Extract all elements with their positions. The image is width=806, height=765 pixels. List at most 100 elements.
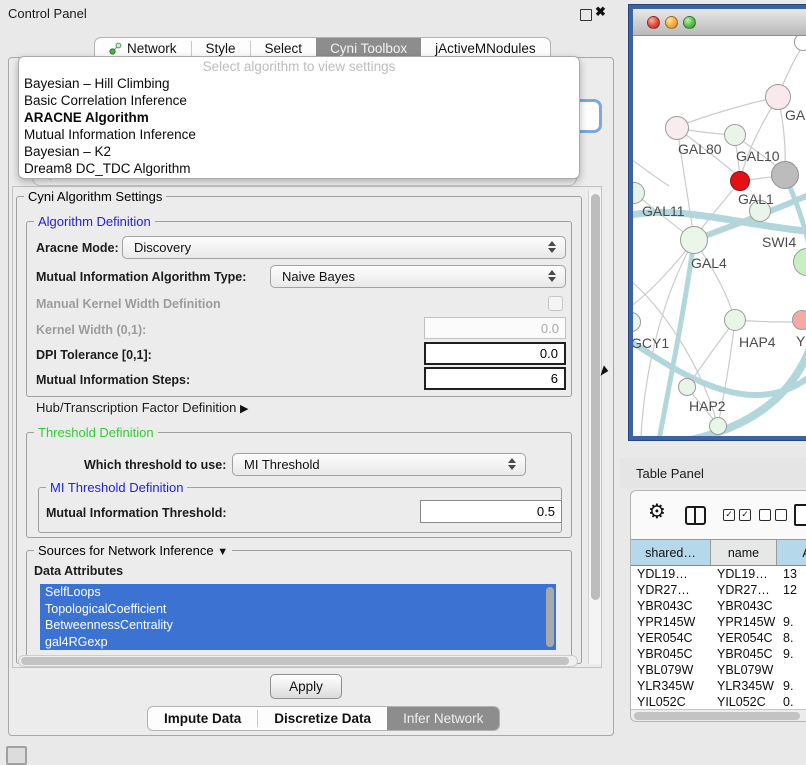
close-panel-icon[interactable]: ✖ bbox=[595, 4, 606, 20]
aracne-mode-select[interactable]: Discovery bbox=[122, 236, 566, 259]
network-node[interactable] bbox=[678, 378, 696, 396]
network-canvas[interactable]: GALGAL80GAL10GAL1GAL11SWI4GAL4GCY1HAP4YH… bbox=[633, 36, 806, 436]
cell-value bbox=[777, 662, 806, 678]
column-header-name[interactable]: name bbox=[711, 540, 777, 565]
columns-icon[interactable] bbox=[685, 506, 706, 525]
table-row[interactable]: YBR045C YBR045C 9. bbox=[631, 646, 806, 662]
cell-shared-name: YIL052C bbox=[631, 694, 711, 710]
float-window-icon[interactable] bbox=[580, 9, 592, 21]
table-row[interactable]: YIL052C YIL052C 0. bbox=[631, 694, 806, 710]
network-node[interactable] bbox=[724, 309, 746, 331]
network-node[interactable] bbox=[792, 310, 806, 330]
table-row[interactable]: YBR043C YBR043C bbox=[631, 598, 806, 614]
deselect-all-columns-icon[interactable] bbox=[759, 509, 787, 521]
cell-shared-name: YBR045C bbox=[631, 646, 711, 662]
cell-value: 9. bbox=[777, 614, 806, 630]
which-threshold-select[interactable]: MI Threshold bbox=[232, 453, 526, 476]
expand-right-arrow-icon[interactable]: ▶ bbox=[240, 403, 248, 415]
node-label: GAL80 bbox=[678, 141, 722, 157]
table-toolbar: ⚙ ✓ ✓ bbox=[631, 491, 806, 539]
settings-vertical-scrollbar[interactable] bbox=[588, 190, 601, 664]
settings-horizontal-scrollbar[interactable] bbox=[18, 655, 578, 667]
mi-steps-field[interactable]: 6 bbox=[424, 367, 566, 390]
column-header-shared-name[interactable]: shared… bbox=[631, 540, 711, 565]
table-row[interactable]: YER054C YER054C 8. bbox=[631, 630, 806, 646]
kernel-width-field[interactable]: 0.0 bbox=[424, 317, 566, 339]
table-row[interactable]: YDR27… YDR27… 12 bbox=[631, 582, 806, 598]
manual-kernel-checkbox[interactable] bbox=[548, 296, 563, 311]
hub-section-toggle[interactable]: Hub/Transcription Factor Definition ▶ bbox=[36, 400, 248, 415]
docked-panel-icon[interactable] bbox=[6, 746, 27, 765]
control-panel-titlebar: Control Panel ✖ bbox=[0, 0, 618, 26]
apply-button[interactable]: Apply bbox=[270, 674, 342, 699]
gear-icon[interactable]: ⚙ bbox=[648, 499, 666, 523]
scrollbar-thumb[interactable] bbox=[591, 194, 600, 600]
node-label: GAL1 bbox=[738, 191, 774, 207]
table-row[interactable]: YLR345W YLR345W 9. bbox=[631, 678, 806, 694]
dropdown-item[interactable]: Bayesian – Hill Climbing bbox=[19, 75, 579, 92]
table-row[interactable]: YPR145W YPR145W 9. bbox=[631, 614, 806, 630]
tab-label: Network bbox=[127, 41, 177, 56]
mi-threshold-field[interactable]: 0.5 bbox=[420, 500, 562, 523]
table-row[interactable]: YBL079W YBL079W bbox=[631, 662, 806, 678]
data-attribute-item[interactable]: TopologicalCoefficient bbox=[40, 601, 556, 618]
scrollbar-thumb[interactable] bbox=[21, 657, 569, 665]
network-node[interactable] bbox=[709, 417, 727, 435]
data-attributes-label: Data Attributes bbox=[34, 564, 123, 578]
sources-group-title[interactable]: Sources for Network Inference ▼ bbox=[34, 543, 232, 558]
dropdown-item[interactable]: Bayesian – K2 bbox=[19, 143, 579, 160]
cell-name: YER054C bbox=[711, 630, 777, 646]
tab-discretize-data[interactable]: Discretize Data bbox=[258, 707, 387, 730]
node-label: GAL11 bbox=[642, 203, 685, 219]
select-all-columns-icon[interactable]: ✓ ✓ bbox=[723, 509, 751, 521]
data-attribute-item[interactable]: BetweennessCentrality bbox=[40, 617, 556, 634]
tab-infer-network[interactable]: Infer Network bbox=[387, 707, 499, 730]
cell-shared-name: YDL19… bbox=[631, 566, 711, 582]
cell-value: 0. bbox=[777, 694, 806, 710]
new-table-icon[interactable] bbox=[794, 504, 806, 526]
network-node[interactable] bbox=[680, 226, 708, 254]
cell-value: 12 bbox=[777, 582, 806, 598]
cell-value: 9. bbox=[777, 646, 806, 662]
list-scrollbar-thumb[interactable] bbox=[546, 587, 554, 647]
tab-label: Style bbox=[206, 41, 236, 56]
hub-section-label: Hub/Transcription Factor Definition bbox=[36, 400, 236, 415]
tab-label: Infer Network bbox=[403, 711, 483, 726]
minimize-window-icon[interactable] bbox=[665, 16, 678, 29]
data-attribute-item[interactable]: gal4RGexp bbox=[40, 634, 556, 651]
aracne-mode-value: Discovery bbox=[123, 240, 191, 255]
manual-kernel-label: Manual Kernel Width Definition bbox=[36, 297, 221, 311]
mi-type-select[interactable]: Naive Bayes bbox=[270, 265, 566, 288]
zoom-window-icon[interactable] bbox=[683, 16, 696, 29]
network-window-titlebar[interactable] bbox=[633, 9, 806, 36]
node-label: GAL4 bbox=[691, 255, 727, 271]
close-window-icon[interactable] bbox=[647, 16, 660, 29]
cell-name: YDR27… bbox=[711, 582, 777, 598]
dropdown-item[interactable]: Mutual Information Inference bbox=[19, 126, 579, 143]
cell-name: YIL052C bbox=[711, 694, 777, 710]
node-label: HAP4 bbox=[739, 334, 776, 350]
checked-box-icon: ✓ bbox=[723, 509, 735, 521]
cell-name: YBR045C bbox=[711, 646, 777, 662]
combo-arrows-icon bbox=[548, 241, 556, 253]
algorithm-definition-title: Algorithm Definition bbox=[34, 214, 155, 229]
tab-impute-data[interactable]: Impute Data bbox=[148, 707, 257, 730]
combo-arrows-icon bbox=[548, 270, 556, 282]
network-node[interactable] bbox=[730, 171, 750, 191]
scrollbar-thumb[interactable] bbox=[634, 712, 800, 720]
table-row[interactable]: YDL19… YDL19… 13 bbox=[631, 566, 806, 582]
network-node[interactable] bbox=[771, 161, 799, 189]
tab-label: Impute Data bbox=[164, 711, 241, 726]
dropdown-item[interactable]: Dream8 DC_TDC Algorithm bbox=[19, 160, 579, 177]
dpi-tolerance-field[interactable]: 0.0 bbox=[424, 342, 566, 365]
collapse-down-arrow-icon[interactable]: ▼ bbox=[217, 546, 228, 558]
tab-label: Cyni Toolbox bbox=[330, 41, 407, 56]
column-header-next[interactable]: A bbox=[777, 540, 806, 565]
network-node[interactable] bbox=[724, 124, 746, 146]
table-horizontal-scrollbar[interactable] bbox=[631, 709, 806, 722]
data-attribute-item[interactable]: SelfLoops bbox=[40, 584, 556, 601]
dropdown-item[interactable]: ARACNE Algorithm bbox=[19, 109, 579, 126]
dropdown-item[interactable]: Basic Correlation Inference bbox=[19, 92, 579, 109]
tab-label: Select bbox=[265, 41, 303, 56]
network-node[interactable] bbox=[665, 116, 689, 140]
